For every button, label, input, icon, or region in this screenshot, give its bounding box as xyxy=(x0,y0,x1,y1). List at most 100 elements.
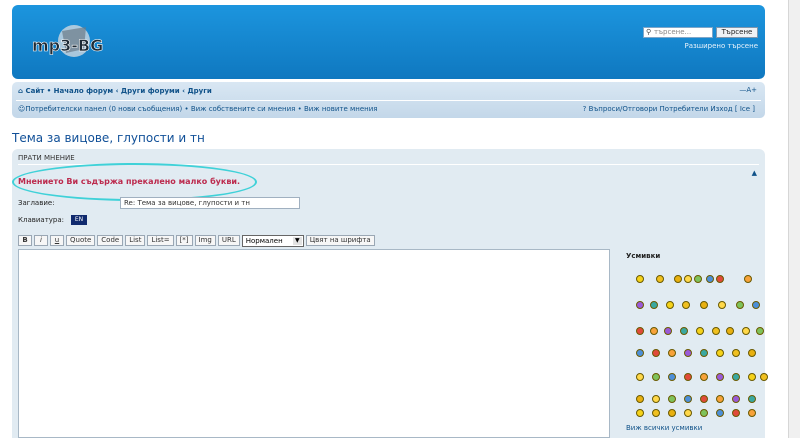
smiley-icon[interactable] xyxy=(636,327,644,335)
smiley-icon[interactable] xyxy=(700,373,708,381)
smiley-icon[interactable] xyxy=(716,373,724,381)
smiley-icon[interactable] xyxy=(700,301,708,309)
smiley-icon[interactable] xyxy=(680,327,688,335)
smiley-icon[interactable] xyxy=(674,275,682,283)
smiley-icon[interactable] xyxy=(716,409,724,417)
smiley-icon[interactable] xyxy=(682,301,690,309)
keyboard-label: Клавиатура: xyxy=(18,216,65,224)
smiley-icon[interactable] xyxy=(700,409,708,417)
svg-text:mp3-BG: mp3-BG xyxy=(32,36,103,55)
smiley-icon[interactable] xyxy=(684,373,692,381)
smiley-icon[interactable] xyxy=(652,349,660,357)
smiley-icon[interactable] xyxy=(732,349,740,357)
collapse-arrow-icon[interactable]: ▲ xyxy=(752,169,757,177)
keyboard-language-badge[interactable]: EN xyxy=(71,215,87,225)
smiley-icon[interactable] xyxy=(732,373,740,381)
user-links-text[interactable]: Потребителски панел (0 нови съобщения) •… xyxy=(25,105,377,113)
smiley-icon[interactable] xyxy=(744,275,752,283)
smiley-icon[interactable] xyxy=(684,409,692,417)
smiley-icon[interactable] xyxy=(668,409,676,417)
breadcrumb-text[interactable]: Сайт • Начало форум ‹ Други форуми ‹ Дру… xyxy=(25,87,211,95)
smiley-icon[interactable] xyxy=(696,327,704,335)
advanced-search-link[interactable]: Разширено търсене xyxy=(684,42,758,50)
bold-button[interactable]: B xyxy=(18,235,32,246)
font-size-select[interactable]: Нормален ▼ xyxy=(241,235,304,247)
smiley-icon[interactable] xyxy=(668,395,676,403)
smiley-icon[interactable] xyxy=(712,327,720,335)
smilies-title: Усмивки xyxy=(626,252,661,260)
site-logo[interactable]: mp3-BG xyxy=(26,19,122,69)
account-links[interactable]: ? Въпроси/Отговори Потребители Изход [ I… xyxy=(583,105,755,113)
smiley-icon[interactable] xyxy=(748,409,756,417)
smiley-icon[interactable] xyxy=(748,395,756,403)
smiley-icon[interactable] xyxy=(732,409,740,417)
smiley-icon[interactable] xyxy=(716,275,724,283)
smiley-icon[interactable] xyxy=(700,349,708,357)
search-input[interactable]: ⚲ търсене... xyxy=(643,27,713,38)
italic-button[interactable]: i xyxy=(34,235,48,246)
search-button[interactable]: Търсене xyxy=(716,27,758,38)
font-color-button[interactable]: Цвят на шрифта xyxy=(305,235,375,246)
smiley-icon[interactable] xyxy=(636,395,644,403)
smiley-icon[interactable] xyxy=(760,373,768,381)
smiley-icon[interactable] xyxy=(664,327,672,335)
smiley-icon[interactable] xyxy=(718,301,726,309)
panel-heading: Прати мнение xyxy=(18,154,75,162)
smiley-icon[interactable] xyxy=(736,301,744,309)
font-resize-control[interactable]: —A+ xyxy=(739,86,757,94)
forum-header: mp3-BG ⚲ търсене... Търсене Разширено тъ… xyxy=(12,5,765,79)
ordered-list-button[interactable]: List= xyxy=(147,235,174,246)
smiley-icon[interactable] xyxy=(732,395,740,403)
smiley-icon[interactable] xyxy=(636,409,644,417)
smiley-icon[interactable] xyxy=(650,301,658,309)
smiley-icon[interactable] xyxy=(652,409,660,417)
smiley-icon[interactable] xyxy=(684,349,692,357)
list-item-button[interactable]: [*] xyxy=(175,235,193,246)
navbar: ⌂ Сайт • Начало форум ‹ Други форуми ‹ Д… xyxy=(12,82,765,118)
smiley-icon[interactable] xyxy=(636,275,644,283)
breadcrumb[interactable]: ⌂ Сайт • Начало форум ‹ Други форуми ‹ Д… xyxy=(18,87,212,95)
account-links-text[interactable]: Въпроси/Отговори Потребители Изход [ Ice… xyxy=(589,105,755,113)
smiley-icon[interactable] xyxy=(636,349,644,357)
smiley-icon[interactable] xyxy=(684,275,692,283)
code-button[interactable]: Code xyxy=(97,235,124,246)
smiley-icon[interactable] xyxy=(742,327,750,335)
page-scrollbar[interactable] xyxy=(788,0,800,438)
bbcode-toolbar: B i u Quote Code List List= [*] Img URL … xyxy=(18,235,375,248)
smiley-icon[interactable] xyxy=(748,373,756,381)
user-links[interactable]: ☺Потребителски панел (0 нови съобщения) … xyxy=(18,105,377,113)
font-size-value: Нормален xyxy=(245,237,283,245)
smiley-icon[interactable] xyxy=(716,349,724,357)
smiley-icon[interactable] xyxy=(756,327,764,335)
smiley-icon[interactable] xyxy=(668,373,676,381)
smiley-icon[interactable] xyxy=(700,395,708,403)
navbar-divider xyxy=(16,100,761,101)
url-button[interactable]: URL xyxy=(217,235,240,246)
view-all-smilies-link[interactable]: Виж всички усмивки xyxy=(626,424,702,432)
error-message: Мнението Ви съдържа прекалено малко букв… xyxy=(18,177,241,186)
smiley-icon[interactable] xyxy=(752,301,760,309)
smiley-icon[interactable] xyxy=(706,275,714,283)
smiley-icon[interactable] xyxy=(636,373,644,381)
post-form-panel: Прати мнение ▲ Мнението Ви съдържа прека… xyxy=(12,149,768,438)
smiley-icon[interactable] xyxy=(684,395,692,403)
list-button[interactable]: List xyxy=(125,235,146,246)
smiley-icon[interactable] xyxy=(726,327,734,335)
smiley-icon[interactable] xyxy=(748,349,756,357)
smiley-icon[interactable] xyxy=(652,395,660,403)
topic-title[interactable]: Тема за вицове, глупости и тн xyxy=(12,131,205,145)
smiley-icon[interactable] xyxy=(652,373,660,381)
smiley-icon[interactable] xyxy=(668,349,676,357)
smiley-icon[interactable] xyxy=(650,327,658,335)
smiley-icon[interactable] xyxy=(694,275,702,283)
smiley-icon[interactable] xyxy=(716,395,724,403)
smiley-icon[interactable] xyxy=(666,301,674,309)
underline-button[interactable]: u xyxy=(50,235,64,246)
message-textarea[interactable] xyxy=(18,249,610,438)
subject-input[interactable]: Re: Тема за вицове, глупости и тн xyxy=(120,197,300,209)
smiley-icon[interactable] xyxy=(656,275,664,283)
image-button[interactable]: Img xyxy=(194,235,216,246)
smiley-icon[interactable] xyxy=(636,301,644,309)
dropdown-arrow-icon: ▼ xyxy=(292,237,302,245)
quote-button[interactable]: Quote xyxy=(66,235,96,246)
